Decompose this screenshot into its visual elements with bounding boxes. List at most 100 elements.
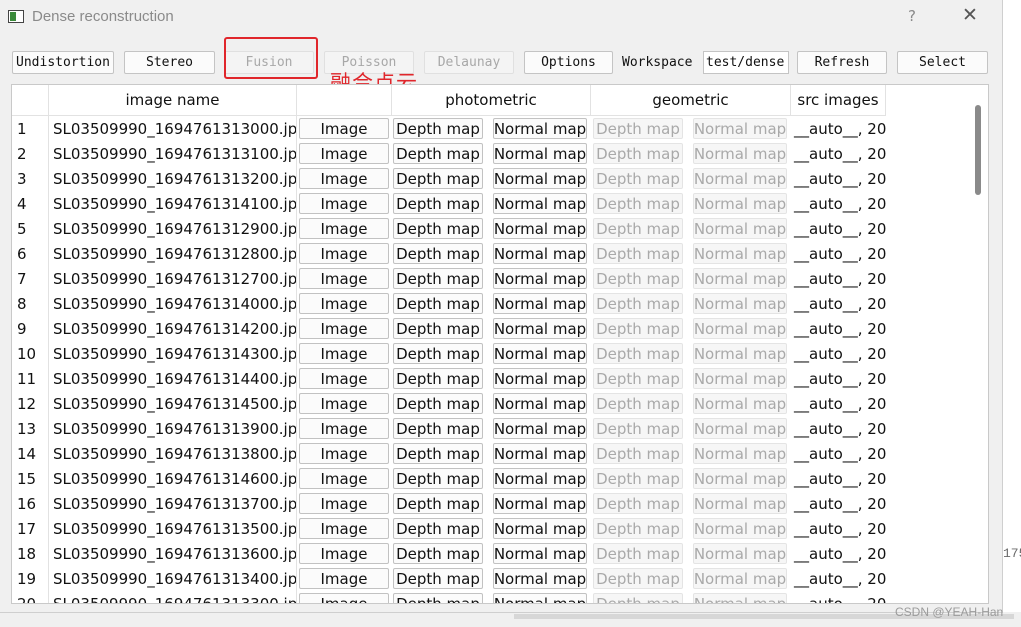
geometric-normal-map-button[interactable]: Normal map [693, 468, 787, 489]
image-button[interactable]: Image [299, 418, 389, 439]
stereo-button[interactable]: Stereo [124, 51, 215, 74]
photometric-depth-map-button[interactable]: Depth map [393, 468, 483, 489]
image-button[interactable]: Image [299, 243, 389, 264]
geometric-normal-map-button[interactable]: Normal map [693, 143, 787, 164]
help-button[interactable]: ? [908, 7, 916, 25]
photometric-depth-map-button[interactable]: Depth map [393, 268, 483, 289]
photometric-normal-map-button[interactable]: Normal map [493, 318, 587, 339]
image-button[interactable]: Image [299, 318, 389, 339]
photometric-normal-map-button[interactable]: Normal map [493, 593, 587, 603]
photometric-normal-map-button[interactable]: Normal map [493, 393, 587, 414]
photometric-normal-map-button[interactable]: Normal map [493, 343, 587, 364]
geometric-normal-map-button[interactable]: Normal map [693, 593, 787, 603]
geometric-normal-map-button[interactable]: Normal map [693, 393, 787, 414]
photometric-normal-map-button[interactable]: Normal map [493, 568, 587, 589]
geometric-normal-map-button[interactable]: Normal map [693, 368, 787, 389]
photometric-normal-map-button[interactable]: Normal map [493, 468, 587, 489]
geometric-depth-map-button[interactable]: Depth map [593, 318, 683, 339]
geometric-depth-map-button[interactable]: Depth map [593, 518, 683, 539]
geometric-depth-map-button[interactable]: Depth map [593, 468, 683, 489]
image-button[interactable]: Image [299, 568, 389, 589]
geometric-normal-map-button[interactable]: Normal map [693, 318, 787, 339]
photometric-normal-map-button[interactable]: Normal map [493, 443, 587, 464]
geometric-depth-map-button[interactable]: Depth map [593, 418, 683, 439]
image-button[interactable]: Image [299, 518, 389, 539]
photometric-normal-map-button[interactable]: Normal map [493, 168, 587, 189]
photometric-normal-map-button[interactable]: Normal map [493, 143, 587, 164]
geometric-depth-map-button[interactable]: Depth map [593, 243, 683, 264]
photometric-depth-map-button[interactable]: Depth map [393, 143, 483, 164]
photometric-normal-map-button[interactable]: Normal map [493, 218, 587, 239]
geometric-normal-map-button[interactable]: Normal map [693, 218, 787, 239]
photometric-depth-map-button[interactable]: Depth map [393, 518, 483, 539]
image-button[interactable]: Image [299, 193, 389, 214]
photometric-depth-map-button[interactable]: Depth map [393, 568, 483, 589]
geometric-normal-map-button[interactable]: Normal map [693, 293, 787, 314]
image-button[interactable]: Image [299, 268, 389, 289]
image-button[interactable]: Image [299, 443, 389, 464]
photometric-depth-map-button[interactable]: Depth map [393, 393, 483, 414]
photometric-normal-map-button[interactable]: Normal map [493, 268, 587, 289]
geometric-normal-map-button[interactable]: Normal map [693, 493, 787, 514]
photometric-depth-map-button[interactable]: Depth map [393, 318, 483, 339]
photometric-normal-map-button[interactable]: Normal map [493, 118, 587, 139]
geometric-normal-map-button[interactable]: Normal map [693, 118, 787, 139]
image-button[interactable]: Image [299, 293, 389, 314]
geometric-normal-map-button[interactable]: Normal map [693, 168, 787, 189]
geometric-depth-map-button[interactable]: Depth map [593, 493, 683, 514]
undistortion-button[interactable]: Undistortion [12, 51, 114, 74]
photometric-normal-map-button[interactable]: Normal map [493, 543, 587, 564]
image-button[interactable]: Image [299, 343, 389, 364]
photometric-depth-map-button[interactable]: Depth map [393, 443, 483, 464]
geometric-normal-map-button[interactable]: Normal map [693, 268, 787, 289]
geometric-depth-map-button[interactable]: Depth map [593, 293, 683, 314]
photometric-depth-map-button[interactable]: Depth map [393, 193, 483, 214]
photometric-depth-map-button[interactable]: Depth map [393, 218, 483, 239]
geometric-depth-map-button[interactable]: Depth map [593, 268, 683, 289]
image-button[interactable]: Image [299, 468, 389, 489]
geometric-depth-map-button[interactable]: Depth map [593, 443, 683, 464]
photometric-normal-map-button[interactable]: Normal map [493, 518, 587, 539]
geometric-depth-map-button[interactable]: Depth map [593, 393, 683, 414]
geometric-normal-map-button[interactable]: Normal map [693, 443, 787, 464]
photometric-depth-map-button[interactable]: Depth map [393, 243, 483, 264]
photometric-normal-map-button[interactable]: Normal map [493, 243, 587, 264]
image-button[interactable]: Image [299, 593, 389, 603]
geometric-normal-map-button[interactable]: Normal map [693, 193, 787, 214]
photometric-normal-map-button[interactable]: Normal map [493, 418, 587, 439]
geometric-depth-map-button[interactable]: Depth map [593, 118, 683, 139]
image-button[interactable]: Image [299, 493, 389, 514]
select-button[interactable]: Select [897, 51, 988, 74]
image-button[interactable]: Image [299, 168, 389, 189]
photometric-depth-map-button[interactable]: Depth map [393, 543, 483, 564]
geometric-depth-map-button[interactable]: Depth map [593, 593, 683, 603]
geometric-depth-map-button[interactable]: Depth map [593, 218, 683, 239]
close-button[interactable]: ✕ [962, 4, 978, 26]
geometric-normal-map-button[interactable]: Normal map [693, 343, 787, 364]
image-button[interactable]: Image [299, 368, 389, 389]
geometric-depth-map-button[interactable]: Depth map [593, 568, 683, 589]
image-button[interactable]: Image [299, 218, 389, 239]
photometric-normal-map-button[interactable]: Normal map [493, 193, 587, 214]
geometric-depth-map-button[interactable]: Depth map [593, 343, 683, 364]
geometric-depth-map-button[interactable]: Depth map [593, 193, 683, 214]
geometric-normal-map-button[interactable]: Normal map [693, 518, 787, 539]
photometric-depth-map-button[interactable]: Depth map [393, 293, 483, 314]
options-button[interactable]: Options [524, 51, 613, 74]
geometric-normal-map-button[interactable]: Normal map [693, 243, 787, 264]
image-button[interactable]: Image [299, 118, 389, 139]
photometric-depth-map-button[interactable]: Depth map [393, 118, 483, 139]
image-button[interactable]: Image [299, 393, 389, 414]
photometric-depth-map-button[interactable]: Depth map [393, 493, 483, 514]
workspace-field[interactable]: test/dense [703, 51, 789, 74]
image-button[interactable]: Image [299, 143, 389, 164]
photometric-normal-map-button[interactable]: Normal map [493, 368, 587, 389]
geometric-depth-map-button[interactable]: Depth map [593, 168, 683, 189]
photometric-depth-map-button[interactable]: Depth map [393, 418, 483, 439]
geometric-normal-map-button[interactable]: Normal map [693, 568, 787, 589]
photometric-depth-map-button[interactable]: Depth map [393, 368, 483, 389]
photometric-normal-map-button[interactable]: Normal map [493, 293, 587, 314]
image-button[interactable]: Image [299, 543, 389, 564]
geometric-normal-map-button[interactable]: Normal map [693, 543, 787, 564]
photometric-depth-map-button[interactable]: Depth map [393, 168, 483, 189]
